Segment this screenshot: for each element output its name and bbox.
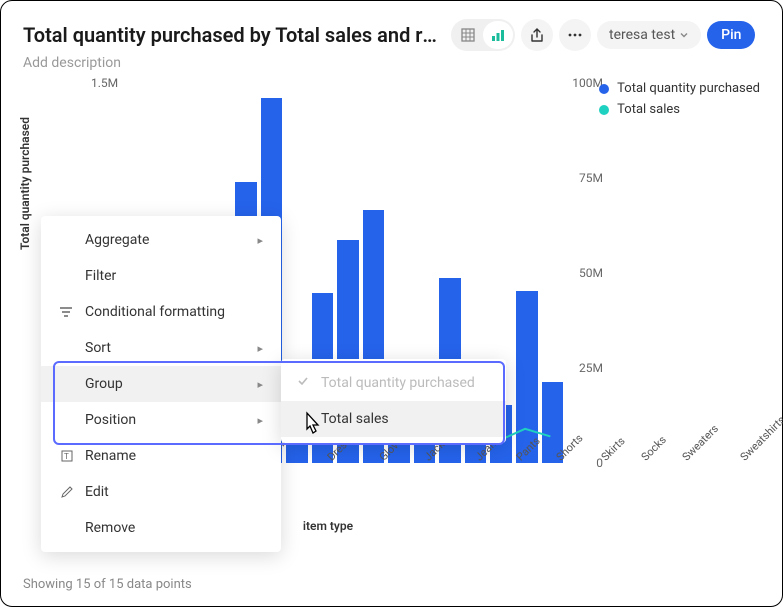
y-right-tick: 50M xyxy=(579,266,603,280)
menu-label: Edit xyxy=(85,484,109,500)
chevron-right-icon: ▸ xyxy=(257,414,263,427)
chevron-right-icon: ▸ xyxy=(257,342,263,355)
legend-item[interactable]: Total quantity purchased xyxy=(599,81,760,96)
conditional-formatting-icon xyxy=(59,306,75,318)
menu-conditional-formatting[interactable]: Conditional formatting xyxy=(41,294,281,330)
context-menu: Aggregate ▸ Filter Conditional formattin… xyxy=(41,216,281,552)
legend-item[interactable]: Total sales xyxy=(599,102,760,117)
submenu-label: Total sales xyxy=(321,411,389,427)
pencil-icon xyxy=(59,486,75,498)
menu-rename[interactable]: T Rename xyxy=(41,438,281,474)
legend: Total quantity purchased Total sales xyxy=(599,81,760,123)
legend-dot-icon xyxy=(599,105,609,115)
menu-label: Position xyxy=(85,412,136,428)
svg-text:T: T xyxy=(64,452,69,461)
menu-label: Rename xyxy=(85,448,136,464)
x-tick-label: Socks xyxy=(633,433,669,469)
x-tick-label: Sweaters xyxy=(674,422,721,469)
rename-icon: T xyxy=(59,450,75,462)
menu-edit[interactable]: Edit xyxy=(41,474,281,510)
submenu-total-quantity[interactable]: Total quantity purchased xyxy=(281,365,506,401)
x-axis-label: item type xyxy=(303,519,353,533)
chevron-right-icon: ▸ xyxy=(257,378,263,391)
menu-label: Sort xyxy=(85,340,111,356)
page-title[interactable]: Total quantity purchased by Total sales … xyxy=(23,23,443,47)
menu-filter[interactable]: Filter xyxy=(41,258,281,294)
table-view-icon[interactable] xyxy=(453,21,483,49)
menu-label: Aggregate xyxy=(85,232,149,248)
y-right-tick: 75M xyxy=(579,171,603,185)
menu-position[interactable]: Position ▸ xyxy=(41,402,281,438)
y-right-tick: 25M xyxy=(579,361,603,375)
menu-remove[interactable]: Remove xyxy=(41,510,281,546)
user-select[interactable]: teresa test xyxy=(597,21,701,49)
menu-aggregate[interactable]: Aggregate ▸ xyxy=(41,222,281,258)
pin-button[interactable]: Pin xyxy=(707,21,755,49)
view-toggle[interactable] xyxy=(451,19,515,51)
y-left-tick: 1.5M xyxy=(91,76,118,90)
legend-dot-icon xyxy=(599,84,609,94)
menu-label: Group xyxy=(85,376,123,392)
group-submenu: Total quantity purchased Total sales xyxy=(281,359,506,443)
more-button[interactable] xyxy=(559,19,591,51)
chevron-right-icon: ▸ xyxy=(257,234,263,247)
chevron-down-icon xyxy=(679,30,689,40)
x-tick-label: Sweatshirts xyxy=(732,413,783,469)
menu-label: Filter xyxy=(85,268,116,284)
check-icon xyxy=(297,375,311,391)
menu-label: Remove xyxy=(85,520,135,536)
x-tick-label: Skirts xyxy=(593,434,628,469)
description-placeholder[interactable]: Add description xyxy=(23,55,760,71)
menu-label: Conditional formatting xyxy=(85,304,225,320)
submenu-label: Total quantity purchased xyxy=(321,375,475,391)
user-name: teresa test xyxy=(609,27,675,43)
legend-label: Total quantity purchased xyxy=(617,81,760,96)
y-axis-left-label: Total quantity purchased xyxy=(18,117,32,250)
chart-view-icon[interactable] xyxy=(483,21,513,49)
share-button[interactable] xyxy=(521,19,553,51)
menu-sort[interactable]: Sort ▸ xyxy=(41,330,281,366)
footer-status: Showing 15 of 15 data points xyxy=(23,577,192,592)
menu-group[interactable]: Group ▸ xyxy=(41,366,281,402)
submenu-total-sales[interactable]: Total sales xyxy=(281,401,506,437)
legend-label: Total sales xyxy=(617,102,680,117)
